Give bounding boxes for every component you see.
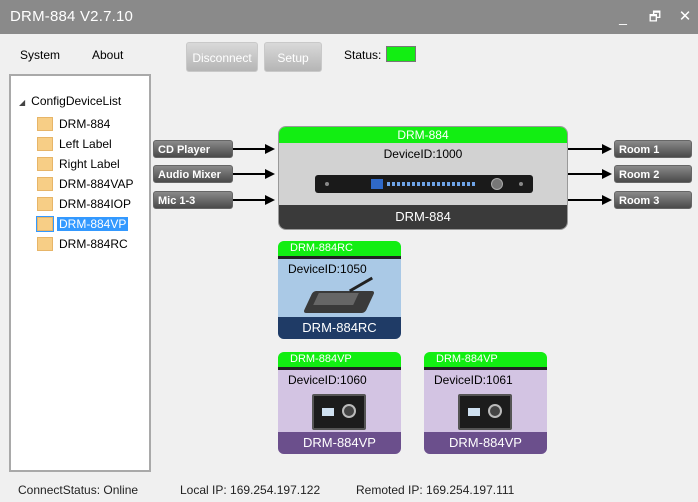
card-header: DRM-884RC	[278, 241, 401, 256]
folder-icon	[37, 197, 53, 211]
tree-item-label: DRM-884	[59, 117, 111, 131]
rack-unit-image	[315, 175, 533, 193]
input-arrow-3	[233, 195, 275, 205]
folder-icon	[37, 157, 53, 171]
connect-status: ConnectStatus: Online	[18, 483, 139, 497]
remote-ip: Remoted IP: 169.254.197.111	[356, 483, 515, 497]
tree-item-label: DRM-884RC	[59, 237, 128, 251]
folder-icon	[37, 137, 53, 151]
tree-root-label: ConfigDeviceList	[31, 94, 122, 108]
collapse-triangle-icon[interactable]: ◢	[19, 98, 25, 107]
vp-screen	[322, 408, 334, 416]
vp-knob-icon	[342, 404, 356, 418]
tree-item-label: Right Label	[59, 157, 120, 171]
input-audio-mixer-button[interactable]: Audio Mixer	[153, 165, 233, 183]
rack-display	[371, 179, 383, 189]
output-room-2-button[interactable]: Room 2	[614, 165, 692, 183]
disconnect-button[interactable]: Disconnect	[186, 42, 258, 72]
card-footer: DRM-884VP	[424, 432, 547, 454]
rack-screw-icon	[325, 182, 329, 186]
status-label: Status:	[344, 48, 382, 62]
folder-icon	[36, 216, 54, 232]
vp-knob-icon	[488, 404, 502, 418]
device-tree: ◢ ConfigDeviceList DRM-884 Left Label Rig…	[9, 74, 151, 472]
status-bar: ConnectStatus: Online Local IP: 169.254.…	[0, 476, 698, 502]
folder-icon	[37, 177, 53, 191]
rc-panel	[313, 293, 359, 305]
rc-mic	[348, 276, 374, 293]
card-header: DRM-884VP	[424, 352, 547, 367]
device-card-vp-1061[interactable]: DRM-884VP DeviceID:1061 DRM-884VP	[424, 352, 547, 454]
device-header: DRM-884	[279, 127, 567, 143]
vp-screen	[468, 408, 480, 416]
volume-panel-image	[458, 394, 512, 430]
output-arrow-3	[568, 195, 612, 205]
device-footer: DRM-884	[279, 205, 567, 229]
card-divider	[278, 367, 401, 370]
rack-meters	[387, 182, 477, 186]
rack-knob-icon	[491, 178, 503, 190]
setup-button[interactable]: Setup	[264, 42, 322, 72]
close-icon[interactable]: ✕	[674, 6, 696, 28]
minimize-icon[interactable]: _	[612, 6, 634, 28]
card-device-id: DeviceID:1060	[288, 373, 367, 387]
title-bar: DRM-884 V2.7.10 _ 🗗 ✕	[0, 0, 698, 34]
remote-control-image	[302, 276, 382, 317]
card-footer: DRM-884RC	[278, 317, 401, 339]
output-room-3-button[interactable]: Room 3	[614, 191, 692, 209]
card-divider	[278, 256, 401, 259]
tree-item-left-label[interactable]: Left Label	[33, 134, 151, 154]
restore-icon[interactable]: 🗗	[644, 6, 666, 28]
input-arrow-1	[233, 144, 275, 154]
menu-bar: System About Disconnect Setup Status:	[0, 34, 698, 74]
tree-item-drm-884vap[interactable]: DRM-884VAP	[33, 174, 151, 194]
output-arrow-2	[568, 169, 612, 179]
card-header: DRM-884VP	[278, 352, 401, 367]
status-indicator	[386, 46, 416, 62]
menu-about[interactable]: About	[92, 48, 123, 62]
tree-item-label: DRM-884VAP	[59, 177, 134, 191]
device-card-rc[interactable]: DRM-884RC DeviceID:1050 DRM-884RC	[278, 241, 401, 339]
local-ip: Local IP: 169.254.197.122	[180, 483, 321, 497]
tree-item-label: DRM-884IOP	[59, 197, 132, 211]
output-arrow-1	[568, 144, 612, 154]
tree-item-drm-884iop[interactable]: DRM-884IOP	[33, 194, 151, 214]
tree-item-drm-884[interactable]: DRM-884	[33, 114, 151, 134]
input-arrow-2	[233, 169, 275, 179]
window-title: DRM-884 V2.7.10	[10, 8, 134, 25]
volume-panel-image	[312, 394, 366, 430]
rack-screw-icon	[519, 182, 523, 186]
card-device-id: DeviceID:1061	[434, 373, 513, 387]
menu-system[interactable]: System	[20, 48, 60, 62]
card-divider	[424, 367, 547, 370]
main-device-block[interactable]: DRM-884 DeviceID:1000 DRM-884	[278, 126, 568, 230]
folder-icon	[37, 237, 53, 251]
device-card-vp-1060[interactable]: DRM-884VP DeviceID:1060 DRM-884VP	[278, 352, 401, 454]
tree-root[interactable]: ◢ ConfigDeviceList	[19, 94, 121, 108]
folder-icon	[37, 117, 53, 131]
tree-item-drm-884vp[interactable]: DRM-884VP	[33, 214, 151, 234]
output-room-1-button[interactable]: Room 1	[614, 140, 692, 158]
input-mic-button[interactable]: Mic 1-3	[153, 191, 233, 209]
card-footer: DRM-884VP	[278, 432, 401, 454]
tree-item-right-label[interactable]: Right Label	[33, 154, 151, 174]
input-cd-player-button[interactable]: CD Player	[153, 140, 233, 158]
card-device-id: DeviceID:1050	[288, 262, 367, 276]
device-id: DeviceID:1000	[383, 147, 463, 161]
tree-item-label: DRM-884VP	[57, 217, 129, 231]
tree-item-drm-884rc[interactable]: DRM-884RC	[33, 234, 151, 254]
tree-item-label: Left Label	[59, 137, 112, 151]
